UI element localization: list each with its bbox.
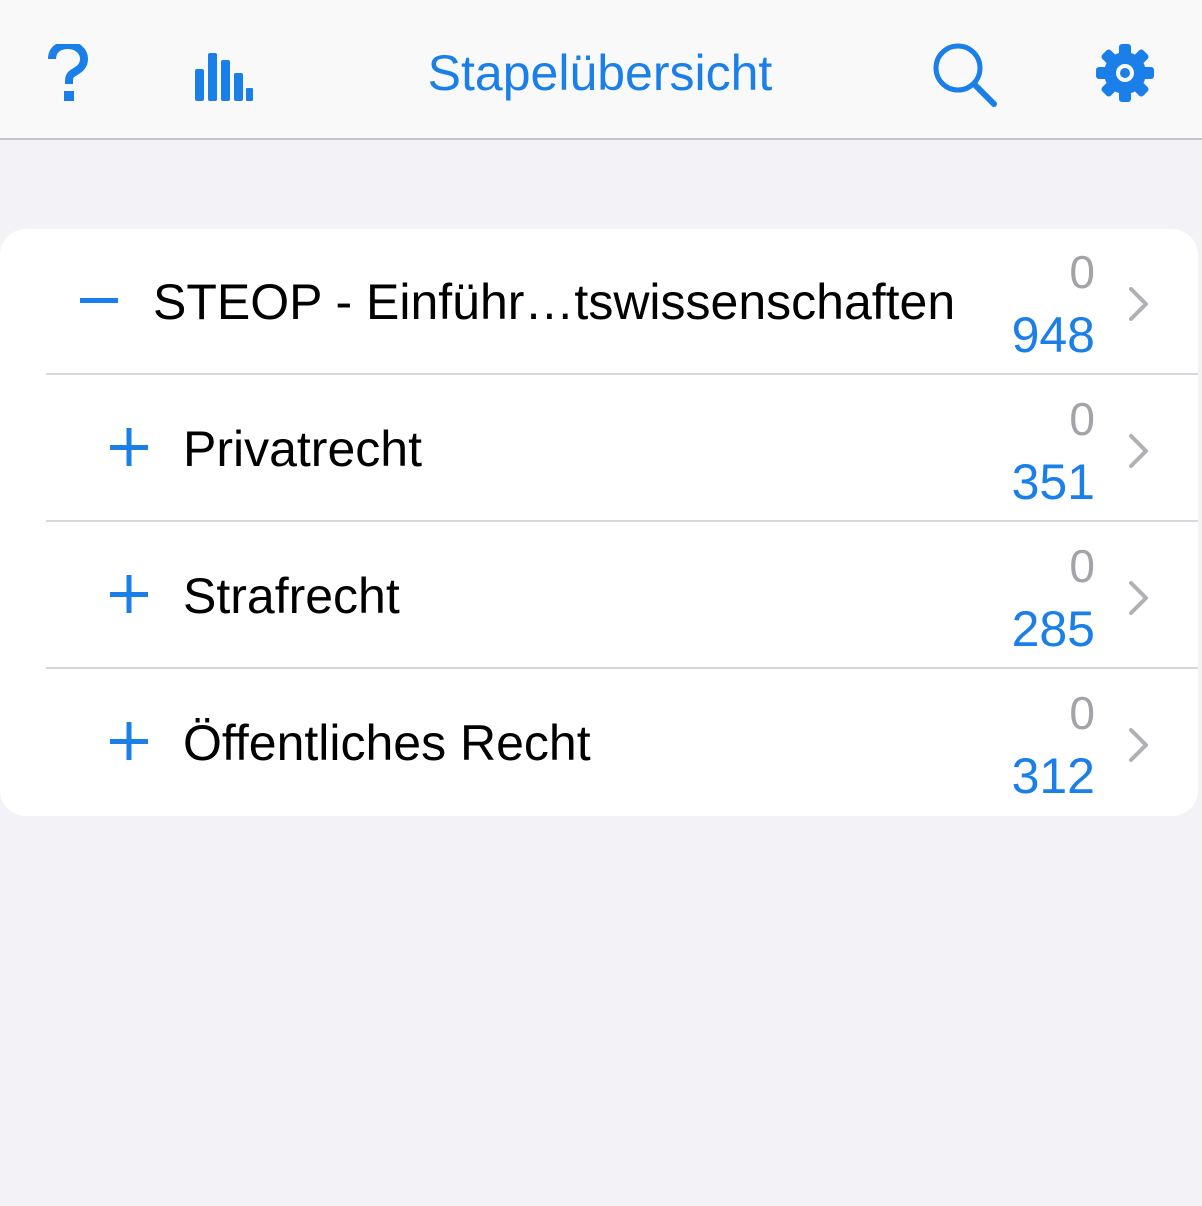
row-separator xyxy=(46,373,1198,375)
deck-row[interactable]: Privatrecht 0 351 xyxy=(0,376,1198,522)
due-count: 0 xyxy=(1069,687,1095,739)
expand-button[interactable] xyxy=(108,573,150,615)
chevron-right-icon xyxy=(1129,581,1148,615)
deck-name: Öffentliches Recht xyxy=(183,715,591,771)
deck-row[interactable]: Öffentliches Recht 0 312 xyxy=(0,670,1198,816)
page-title: Stapelübersicht xyxy=(427,45,773,101)
bar-chart-icon xyxy=(195,53,253,101)
deck-name: STEOP - Einführ…tswissenschaften xyxy=(153,274,956,330)
question-mark-icon xyxy=(48,44,89,101)
deck-row[interactable]: STEOP - Einführ…tswissenschaften 0 948 xyxy=(0,229,1198,375)
help-button[interactable] xyxy=(40,40,96,106)
total-count: 312 xyxy=(1011,748,1095,804)
minus-icon xyxy=(80,298,118,303)
deck-name: Strafrecht xyxy=(183,568,400,624)
deck-row[interactable]: Strafrecht 0 285 xyxy=(0,523,1198,669)
deck-name: Privatrecht xyxy=(183,421,422,477)
navigation-bar: Stapelübersicht xyxy=(0,0,1202,140)
due-count: 0 xyxy=(1069,246,1095,298)
magnifying-glass-icon xyxy=(933,43,997,107)
total-count: 948 xyxy=(1011,307,1095,363)
plus-icon xyxy=(110,428,148,466)
plus-icon xyxy=(110,575,148,613)
chevron-right-icon xyxy=(1129,728,1148,762)
total-count: 285 xyxy=(1011,601,1095,657)
due-count: 0 xyxy=(1069,540,1095,592)
row-separator xyxy=(46,520,1198,522)
statistics-button[interactable] xyxy=(186,44,262,106)
deck-list: STEOP - Einführ…tswissenschaften 0 948 P… xyxy=(0,229,1198,816)
settings-button[interactable] xyxy=(1090,40,1160,106)
expand-button[interactable] xyxy=(108,426,150,468)
total-count: 351 xyxy=(1011,454,1095,510)
collapse-button[interactable] xyxy=(78,279,120,321)
row-separator xyxy=(46,667,1198,669)
gear-icon xyxy=(1096,44,1154,102)
expand-button[interactable] xyxy=(108,720,150,762)
due-count: 0 xyxy=(1069,393,1095,445)
chevron-right-icon xyxy=(1129,287,1148,321)
chevron-right-icon xyxy=(1129,434,1148,468)
search-button[interactable] xyxy=(926,38,1002,110)
plus-icon xyxy=(110,722,148,760)
